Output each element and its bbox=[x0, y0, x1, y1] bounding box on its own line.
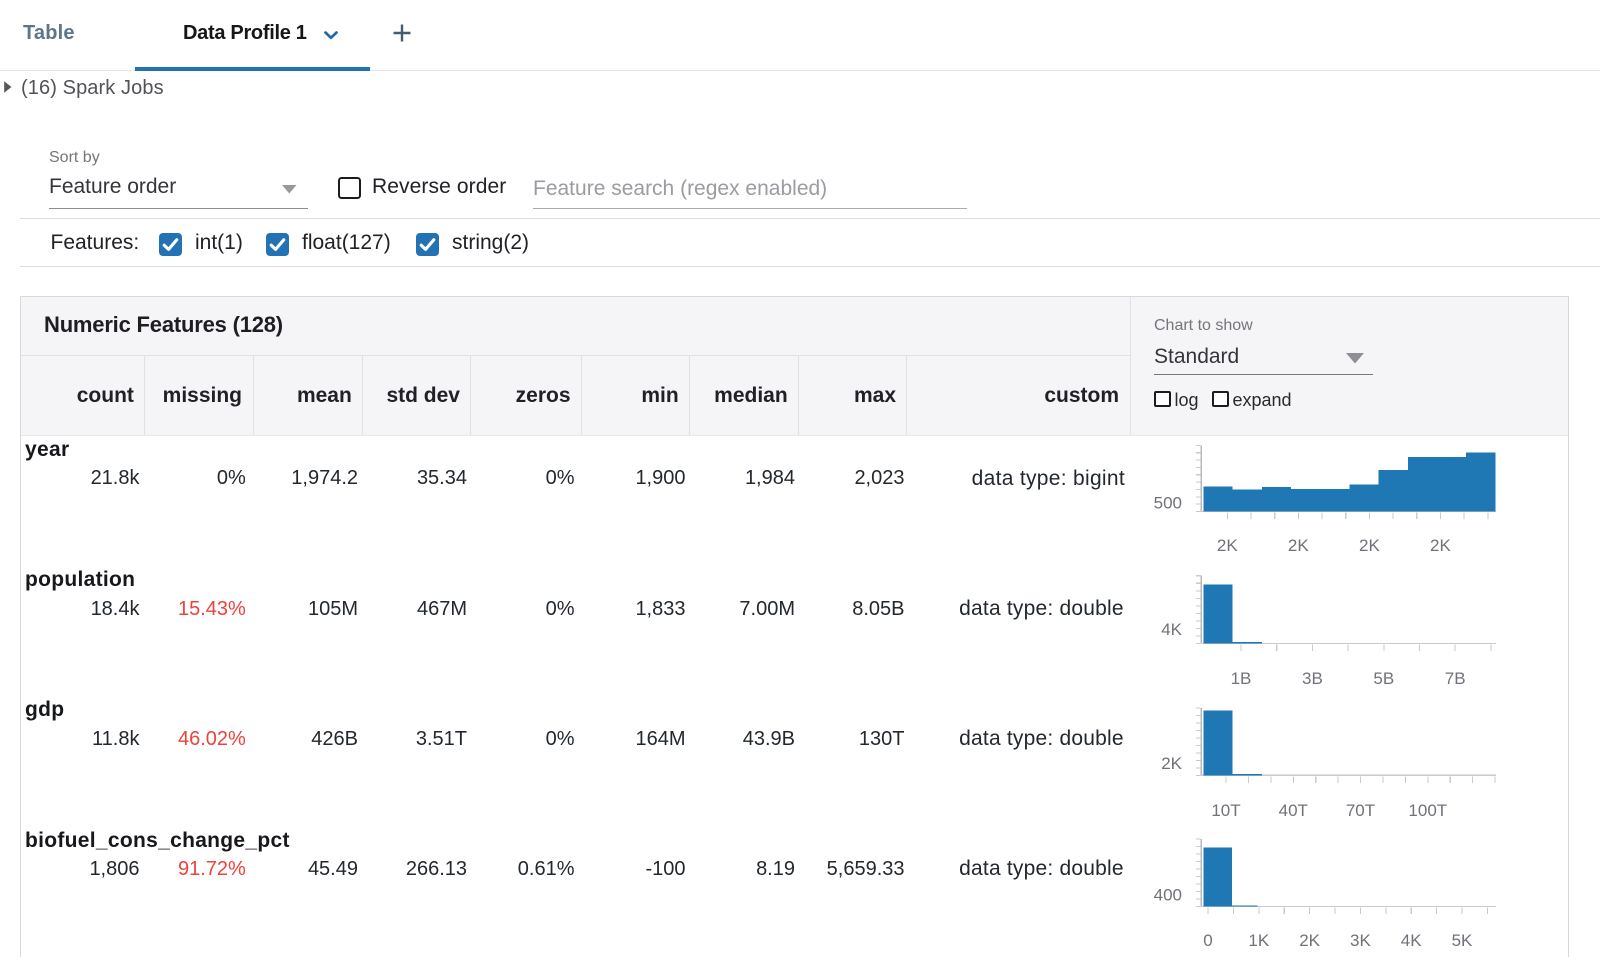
svg-text:4K: 4K bbox=[1161, 620, 1182, 639]
svg-text:3B: 3B bbox=[1302, 669, 1323, 688]
svg-text:500: 500 bbox=[1154, 494, 1182, 513]
svg-text:2K: 2K bbox=[1217, 536, 1238, 555]
svg-text:2K: 2K bbox=[1359, 536, 1380, 555]
svg-text:70T: 70T bbox=[1346, 801, 1375, 820]
svg-text:2K: 2K bbox=[1430, 536, 1451, 555]
svg-text:0: 0 bbox=[1203, 931, 1212, 950]
svg-text:2K: 2K bbox=[1288, 536, 1309, 555]
svg-text:2K: 2K bbox=[1299, 931, 1320, 950]
svg-text:5B: 5B bbox=[1373, 669, 1394, 688]
svg-text:5K: 5K bbox=[1452, 931, 1473, 950]
svg-text:3K: 3K bbox=[1350, 931, 1371, 950]
svg-text:1K: 1K bbox=[1248, 931, 1269, 950]
svg-text:7B: 7B bbox=[1445, 669, 1466, 688]
svg-text:400: 400 bbox=[1154, 886, 1182, 905]
svg-text:10T: 10T bbox=[1211, 801, 1240, 820]
svg-text:1B: 1B bbox=[1231, 669, 1252, 688]
svg-text:100T: 100T bbox=[1408, 801, 1447, 820]
svg-text:40T: 40T bbox=[1279, 801, 1308, 820]
svg-text:4K: 4K bbox=[1401, 931, 1422, 950]
svg-text:2K: 2K bbox=[1161, 754, 1182, 773]
